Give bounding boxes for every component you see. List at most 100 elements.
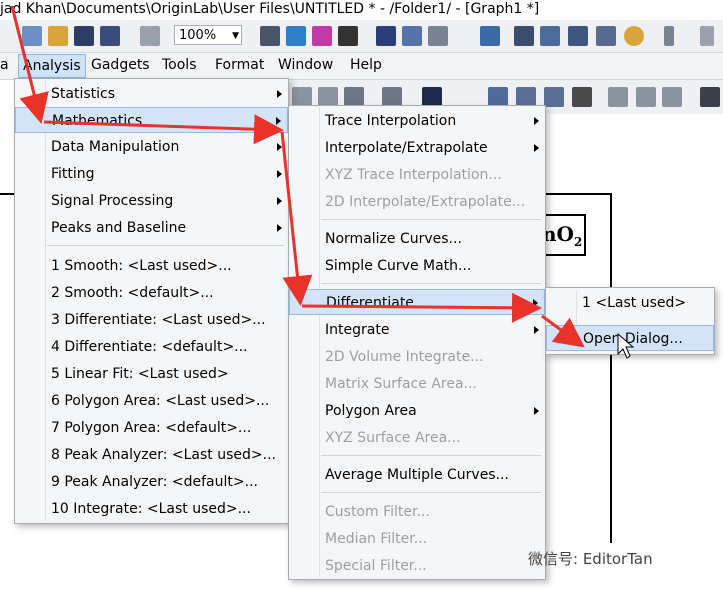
menu-bar: a Analysis Gadgets Tools Format Window H… — [0, 53, 723, 80]
analysis-recent-6[interactable]: 6 Polygon Area: <Last used>... — [15, 388, 288, 414]
layer-icon[interactable] — [376, 26, 396, 46]
math-item-interpolate-extrapolate[interactable]: Interpolate/Extrapolate — [289, 135, 545, 161]
analysis-recent-3[interactable]: 3 Differentiate: <Last used>... — [15, 307, 288, 333]
gear-icon[interactable] — [624, 26, 644, 46]
standard-toolbar: 100% ▼ — [0, 20, 723, 53]
align-icon[interactable] — [344, 87, 364, 107]
analysis-recent-7[interactable]: 7 Polygon Area: <default>... — [15, 415, 288, 441]
math-item-custom-filter: Custom Filter... — [325, 504, 430, 520]
analysis-recent-2[interactable]: 2 Smooth: <default>... — [15, 280, 288, 306]
graph-legend[interactable]: nO2 — [540, 214, 586, 256]
analysis-recent-10[interactable]: 10 Integrate: <Last used>... — [15, 496, 288, 522]
watermark: 微信号: EditorTan — [528, 550, 653, 568]
menu-item-tools[interactable]: Tools — [162, 57, 197, 73]
analysis-item-peaks-baseline[interactable]: Peaks and Baseline — [15, 215, 288, 241]
math-item-2d-volume-integrate: 2D Volume Integrate... — [325, 349, 484, 365]
menu-separator — [321, 283, 541, 284]
stats-icon[interactable] — [636, 87, 656, 107]
analysis-recent-4[interactable]: 4 Differentiate: <default>... — [15, 334, 288, 360]
chevron-right-icon — [277, 224, 282, 232]
math-item-average-multiple-curves[interactable]: Average Multiple Curves... — [289, 462, 545, 488]
decrease-font-icon[interactable] — [318, 87, 338, 107]
chevron-right-icon — [277, 170, 282, 178]
math-item-trace-interpolation[interactable]: Trace Interpolation — [289, 108, 545, 134]
math-item-simple-curve-math[interactable]: Simple Curve Math... — [289, 253, 545, 279]
differentiate-menu: 1 <Last used> Open Dialog... — [545, 287, 715, 355]
panel-icon[interactable] — [428, 26, 448, 46]
menu-item-gadgets[interactable]: Gadgets — [91, 57, 150, 73]
math-item-xyz-trace-interpolation: XYZ Trace Interpolation... — [325, 167, 502, 183]
zoom-value: 100% — [179, 28, 217, 43]
analysis-item-signal-processing[interactable]: Signal Processing — [15, 188, 288, 214]
add-column-icon[interactable] — [488, 87, 508, 107]
graph-axis-right — [610, 193, 612, 543]
column-icon[interactable] — [382, 87, 402, 107]
chevron-right-icon — [534, 407, 539, 415]
analysis-recent-9[interactable]: 9 Peak Analyzer: <default>... — [15, 469, 288, 495]
new-project-icon[interactable] — [22, 26, 42, 46]
math-item-integrate[interactable]: Integrate — [289, 317, 545, 343]
zoom-select[interactable]: 100% ▼ — [174, 25, 242, 45]
chevron-right-icon — [534, 117, 539, 125]
chevron-right-icon — [276, 117, 281, 125]
set-values-2-icon[interactable] — [544, 87, 564, 107]
legend-text: nO — [542, 222, 574, 246]
save-icon[interactable] — [74, 26, 94, 46]
math-item-matrix-surface-area: Matrix Surface Area... — [325, 376, 477, 392]
set-values-icon[interactable] — [516, 87, 536, 107]
math-item-median-filter: Median Filter... — [325, 531, 428, 547]
math-item-differentiate[interactable]: Differentiate — [289, 289, 545, 315]
chevron-right-icon — [277, 143, 282, 151]
math-item-xyz-surface-area: XYZ Surface Area... — [325, 430, 461, 446]
hierarchy-icon[interactable] — [480, 26, 500, 46]
analysis-item-mathematics[interactable]: Mathematics — [15, 107, 288, 133]
project-explorer-icon[interactable] — [514, 26, 534, 46]
menu-item-analysis[interactable]: Analysis — [18, 54, 86, 78]
chevron-right-icon — [534, 326, 539, 334]
chevron-right-icon — [277, 197, 282, 205]
menu-item-partial[interactable]: a — [0, 57, 9, 73]
font-color-icon[interactable] — [422, 87, 442, 107]
export-icon[interactable] — [286, 26, 306, 46]
analysis-recent-8[interactable]: 8 Peak Analyzer: <Last used>... — [15, 442, 288, 468]
toolbar-overflow-icon[interactable] — [700, 26, 714, 46]
menu-item-help[interactable]: Help — [350, 57, 382, 73]
increase-font-icon[interactable] — [292, 87, 312, 107]
menu-separator — [47, 245, 284, 246]
plot-setup-icon[interactable] — [402, 26, 422, 46]
analysis-menu: Statistics Mathematics Data Manipulation… — [14, 78, 289, 524]
math-item-polygon-area[interactable]: Polygon Area — [289, 398, 545, 424]
copy-icon[interactable] — [700, 87, 720, 107]
chevron-down-icon: ▼ — [232, 31, 239, 41]
results-log-icon[interactable] — [540, 26, 560, 46]
chevron-right-icon — [277, 90, 282, 98]
table-icon[interactable] — [662, 87, 682, 107]
analysis-item-statistics[interactable]: Statistics — [15, 81, 288, 107]
copy-page-icon[interactable] — [312, 26, 332, 46]
menu-separator — [321, 492, 541, 493]
chevron-right-icon — [534, 144, 539, 152]
math-item-normalize-curves[interactable]: Normalize Curves... — [289, 226, 545, 252]
menu-item-window[interactable]: Window — [278, 57, 333, 73]
sort-icon[interactable] — [608, 87, 628, 107]
math-item-2d-interpolate: 2D Interpolate/Extrapolate... — [325, 194, 526, 210]
open-folder-icon[interactable] — [48, 26, 68, 46]
diff-item-open-dialog[interactable]: Open Dialog... — [546, 325, 714, 351]
analysis-recent-1[interactable]: 1 Smooth: <Last used>... — [15, 253, 288, 279]
print-icon[interactable] — [260, 26, 280, 46]
delete-column-icon[interactable] — [572, 87, 592, 107]
add-icon[interactable] — [664, 26, 674, 46]
analysis-recent-5[interactable]: 5 Linear Fit: <Last used> — [15, 361, 288, 387]
mathematics-menu: Trace Interpolation Interpolate/Extrapol… — [288, 105, 546, 580]
recalculate-icon[interactable] — [140, 26, 160, 46]
menu-separator — [321, 219, 541, 220]
diff-item-last-used[interactable]: 1 <Last used> — [546, 290, 714, 316]
menu-separator — [321, 455, 541, 456]
analysis-item-data-manipulation[interactable]: Data Manipulation — [15, 134, 288, 160]
command-window-icon[interactable] — [596, 26, 616, 46]
code-builder-icon[interactable] — [568, 26, 588, 46]
save-template-icon[interactable] — [100, 26, 120, 46]
film-icon[interactable] — [338, 26, 358, 46]
menu-item-format[interactable]: Format — [215, 57, 264, 73]
analysis-item-fitting[interactable]: Fitting — [15, 161, 288, 187]
